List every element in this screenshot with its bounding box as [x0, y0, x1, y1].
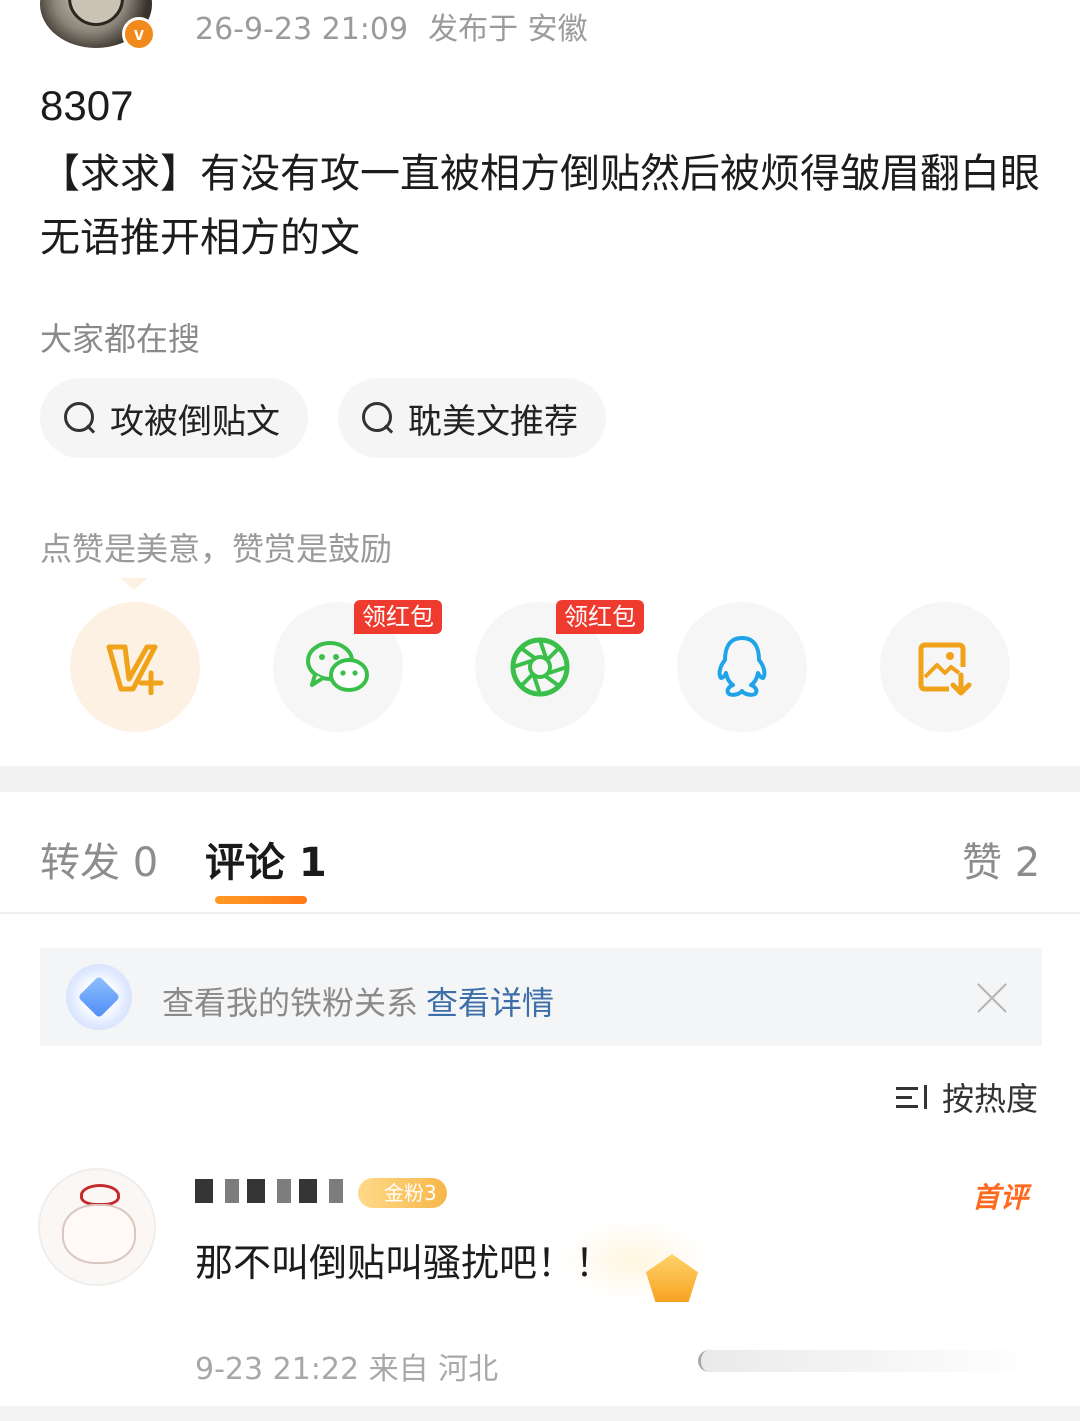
search-pill-label: 耽美文推荐	[408, 401, 578, 442]
search-pill-label: 攻被倒贴文	[110, 401, 280, 442]
fan-level-badge: 金粉3	[358, 1178, 447, 1208]
weibo-v-plus-icon	[106, 644, 164, 695]
search-pill-2[interactable]: 耽美文推荐	[338, 378, 606, 458]
tab-divider	[0, 912, 1080, 914]
sort-icon	[896, 1079, 932, 1115]
save-image-icon	[918, 642, 972, 696]
tab-repost[interactable]: 转发 0	[40, 830, 158, 888]
search-icon	[62, 400, 98, 436]
post-number: 8307	[40, 82, 134, 129]
bottom-divider	[0, 1406, 1080, 1421]
close-icon[interactable]	[972, 978, 1012, 1018]
sort-label: 按热度	[942, 1080, 1039, 1118]
comment-meta: 9-23 21:22 来自 河北	[195, 1352, 499, 1387]
tab-comments[interactable]: 评论 1	[205, 830, 327, 888]
post-meta: 26-9-23 21:09 发布于 安徽	[195, 4, 588, 48]
reward-tip: 点赞是美意，赞赏是鼓励	[40, 530, 393, 568]
first-comment-tag: 首评	[972, 1181, 1029, 1214]
qq-icon	[717, 636, 767, 697]
wechat-icon	[306, 641, 369, 692]
save-image-button[interactable]	[880, 602, 1010, 732]
share-qq-button[interactable]	[677, 602, 807, 732]
search-pill-1[interactable]: 攻被倒贴文	[40, 378, 308, 458]
redpacket-badge: 领红包	[354, 600, 442, 634]
reward-button[interactable]	[70, 602, 200, 732]
verified-badge: v	[122, 17, 156, 51]
search-icon	[360, 400, 396, 436]
tab-likes[interactable]: 赞 2	[962, 830, 1040, 888]
comment-actions-faded	[698, 1350, 1038, 1372]
comment-text: 那不叫倒贴叫骚扰吧！！	[195, 1241, 614, 1285]
diamond-icon	[66, 964, 132, 1030]
post-time: 26-9-23 21:09	[195, 12, 409, 47]
search-suggestions-title: 大家都在搜	[40, 320, 201, 358]
sort-button[interactable]: 按热度	[896, 1074, 1038, 1120]
moments-icon	[510, 637, 570, 697]
tip-caret	[120, 578, 148, 590]
post-location: 发布于 安徽	[428, 12, 588, 47]
fan-relation-link[interactable]: 查看详情	[426, 984, 554, 1022]
fan-relation-label: 查看我的铁粉关系	[162, 984, 419, 1022]
fan-relation-text: 查看我的铁粉关系 查看详情	[162, 978, 554, 1024]
redpacket-badge: 领红包	[556, 600, 644, 634]
active-tab-indicator	[215, 896, 307, 904]
commenter-name[interactable]	[195, 1172, 345, 1207]
section-divider	[0, 766, 1080, 792]
post-body: 【求求】有没有攻一直被相方倒贴然后被烦得皱眉翻白眼无语推开相方的文	[40, 151, 1040, 261]
commenter-avatar[interactable]	[38, 1168, 156, 1286]
